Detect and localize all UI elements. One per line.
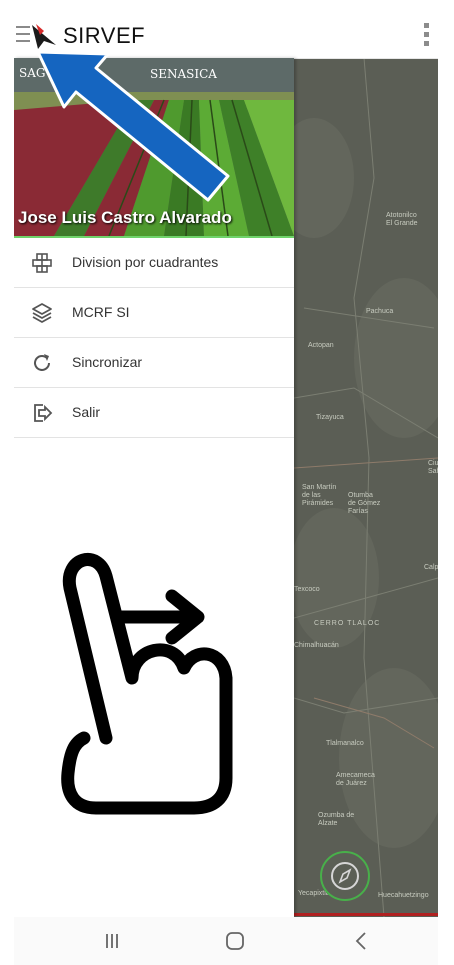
map-label: Tlalmanalco (326, 740, 364, 747)
map-label: Tizayuca (316, 414, 344, 421)
compass-icon (331, 862, 359, 890)
app-frame: Atotonilco El Grande Pachuca Actopan Tiza… (14, 14, 438, 965)
map-bottom-bar (294, 913, 438, 916)
map-label: Amecameca de Juárez (336, 772, 375, 787)
sync-icon (34, 354, 50, 371)
map-label: CiudadSahagún (428, 460, 438, 475)
map-label: Atotonilco El Grande (386, 212, 418, 227)
map-label: Actopan (308, 342, 334, 349)
map-label: Pachuca (366, 308, 394, 315)
recents-icon[interactable] (100, 929, 124, 953)
map-label: Calpulalpan (424, 564, 438, 571)
map-label: Huecahuetzingo (378, 892, 429, 899)
home-icon[interactable] (223, 929, 247, 953)
menu-item-label: Sincronizar (72, 354, 143, 370)
map-label: Ozumba de Alzate (318, 812, 355, 827)
menu-item-label: Salir (72, 404, 101, 420)
menu-item-label: Division por cuadrantes (72, 254, 219, 270)
map-label: Chimalhuacán (294, 642, 339, 649)
grid-quadrants-icon (32, 253, 52, 273)
swipe-right-hand-icon (61, 553, 233, 815)
map-label: San Martín de las Pirámides (302, 484, 337, 507)
system-nav-bar (14, 917, 438, 965)
compass-button[interactable] (320, 851, 370, 901)
back-icon[interactable] (350, 929, 374, 953)
layers-icon (32, 303, 52, 323)
more-vert-icon[interactable] (424, 23, 430, 49)
pointer-arrow-icon (36, 50, 230, 202)
menu-item-mcrf-si[interactable]: MCRF SI (14, 288, 294, 338)
map-label: CERRO TLALOC (314, 620, 381, 627)
map-label: Otumba de Gómez Farías (348, 492, 381, 515)
menu-item-label: MCRF SI (72, 304, 130, 320)
map-view[interactable]: Atotonilco El Grande Pachuca Actopan Tiza… (294, 58, 438, 917)
drawer-menu: Division por cuadrantes MCRF SI Sincroni… (14, 238, 294, 438)
menu-item-division-por-cuadrantes[interactable]: Division por cuadrantes (14, 238, 294, 288)
menu-item-sincronizar[interactable]: Sincronizar (14, 338, 294, 388)
map-label: Texcoco (294, 586, 320, 593)
logout-icon (34, 404, 53, 422)
menu-item-salir[interactable]: Salir (14, 388, 294, 438)
